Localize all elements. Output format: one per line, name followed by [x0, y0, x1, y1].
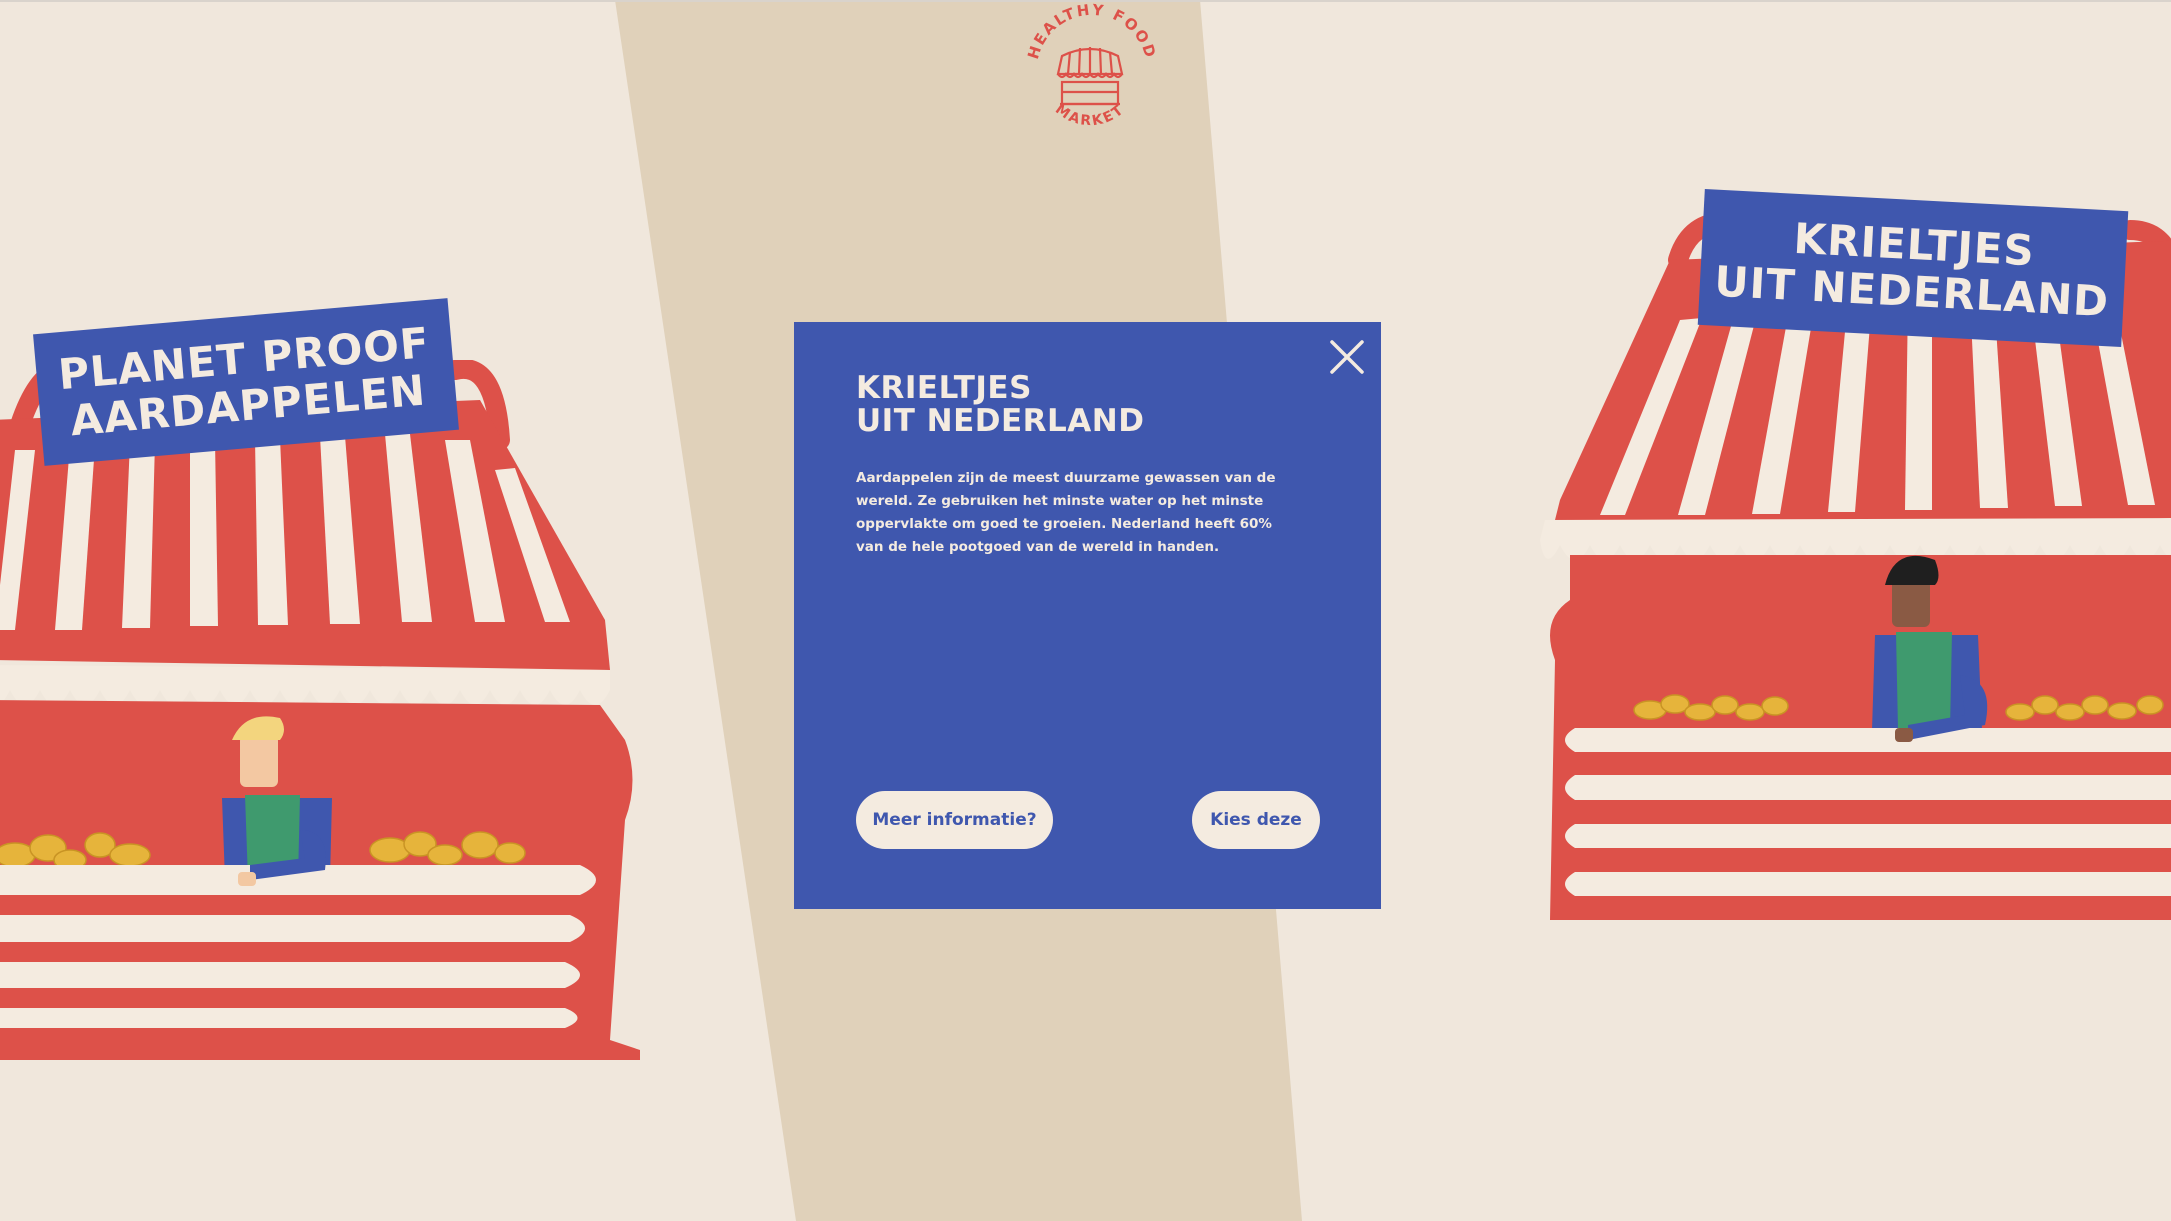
healthy-food-market-logo[interactable]: HEALTHY FOOD MARKET	[1010, 0, 1170, 145]
modal-title: KRIELTJES UIT NEDERLAND	[856, 370, 1145, 440]
close-icon	[1330, 340, 1364, 374]
more-info-button[interactable]: Meer informatie?	[856, 791, 1053, 849]
svg-text:HEALTHY FOOD: HEALTHY FOOD	[1024, 1, 1160, 62]
market-stall-left[interactable]	[0, 360, 650, 1060]
modal-title-line-1: KRIELTJES	[856, 370, 1032, 406]
logo-bottom-text: MARKET	[1052, 101, 1126, 129]
modal-description: Aardappelen zijn de meest duurzame gewas…	[856, 470, 1276, 555]
svg-text:MARKET: MARKET	[1052, 101, 1128, 129]
sign-right-line-2: UIT NEDERLAND	[1713, 256, 2111, 327]
stall-illustration	[0, 360, 640, 1060]
stall-sign-right: KRIELTJES UIT NEDERLAND	[1697, 188, 2129, 348]
choose-this-button[interactable]: Kies deze	[1192, 791, 1320, 849]
info-modal: KRIELTJES UIT NEDERLAND Aardappelen zijn…	[794, 322, 1381, 909]
close-button[interactable]	[1324, 334, 1370, 380]
logo-top-text: HEALTHY FOOD	[1024, 1, 1158, 62]
modal-title-line-2: UIT NEDERLAND	[856, 403, 1145, 440]
